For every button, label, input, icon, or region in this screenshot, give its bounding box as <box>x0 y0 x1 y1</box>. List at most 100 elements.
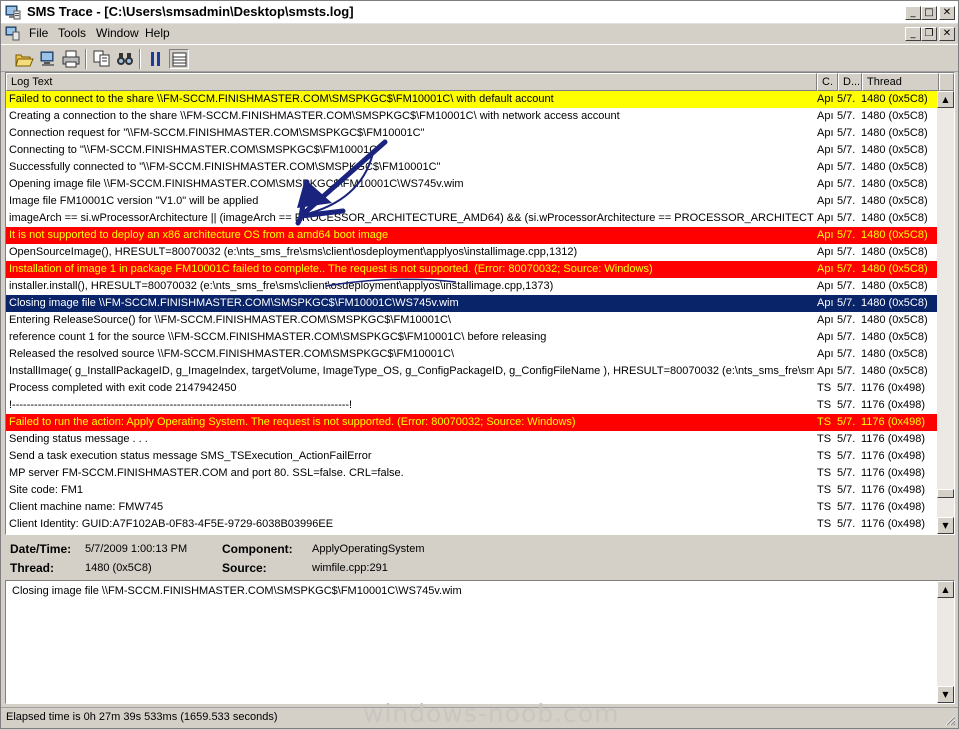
log-row-thread: 1480 (0x5C8) <box>861 314 928 326</box>
menu-window[interactable]: Window <box>96 26 139 40</box>
log-row[interactable]: Opening image file \\FM-SCCM.FINISHMASTE… <box>6 176 939 193</box>
print-icon[interactable] <box>61 49 81 69</box>
log-row-date: 5/7. <box>837 161 856 173</box>
log-row-date: 5/7. <box>837 501 856 513</box>
log-row[interactable]: Client Identity: GUID:A7F102AB-0F83-4F5E… <box>6 516 939 533</box>
log-row-date: 5/7. <box>837 314 856 326</box>
document-icon[interactable] <box>5 25 21 41</box>
log-row-thread: 1176 (0x498) <box>861 382 926 394</box>
log-row[interactable]: Successfully connected to "\\FM-SCCM.FIN… <box>6 159 939 176</box>
view-icon[interactable] <box>169 49 189 69</box>
menu-tools[interactable]: Tools <box>58 26 86 40</box>
menu-help[interactable]: Help <box>145 26 170 40</box>
log-row[interactable]: Send a task execution status message SMS… <box>6 448 939 465</box>
mdi-close-button[interactable]: ✕ <box>939 27 955 41</box>
scroll-down-button[interactable]: ▼ <box>937 517 954 534</box>
minimize-button[interactable]: _ <box>905 6 921 20</box>
find-icon[interactable] <box>115 49 135 69</box>
log-scrollbar[interactable]: ▲ ▼ <box>937 91 954 534</box>
app-icon[interactable] <box>5 5 21 20</box>
log-row-date: 5/7. <box>837 280 856 292</box>
log-row-text: MP server FM-SCCM.FINISHMASTER.COM and p… <box>9 467 404 479</box>
log-row[interactable]: MP server FM-SCCM.FINISHMASTER.COM and p… <box>6 465 939 482</box>
log-row-date: 5/7. <box>837 518 856 530</box>
component-label: Component: <box>222 542 293 556</box>
thread-label: Thread: <box>10 561 55 575</box>
mdi-minimize-button[interactable]: _ <box>905 27 921 41</box>
menu-file[interactable]: File <box>29 26 48 40</box>
pause-icon[interactable] <box>146 49 166 69</box>
log-row-thread: 1480 (0x5C8) <box>861 229 928 241</box>
open-log-icon[interactable] <box>38 49 58 69</box>
log-row-text: Process completed with exit code 2147942… <box>9 382 237 394</box>
log-row-component: TS <box>817 484 832 496</box>
column-header-log-text[interactable]: Log Text <box>6 73 817 91</box>
log-row-date: 5/7. <box>837 110 856 122</box>
scroll-up-button[interactable]: ▲ <box>937 91 954 108</box>
log-row-text: OpenSourceImage(), HRESULT=80070032 (e:\… <box>9 246 578 258</box>
log-row-component: Apı <box>817 263 833 275</box>
maximize-button[interactable]: □ <box>921 6 937 20</box>
log-row[interactable]: It is not supported to deploy an x86 arc… <box>6 227 939 244</box>
log-row[interactable]: !---------------------------------------… <box>6 397 939 414</box>
log-row[interactable]: Failed to run the action: Apply Operatin… <box>6 414 939 431</box>
log-row[interactable]: Site code: FM1 TS 5/7. 1176 (0x498) <box>6 482 939 499</box>
log-row-text: Image file FM10001C version "V1.0" will … <box>9 195 259 207</box>
log-row[interactable]: Image file FM10001C version "V1.0" will … <box>6 193 939 210</box>
log-row[interactable]: Connecting to "\\FM-SCCM.FINISHMASTER.CO… <box>6 142 939 159</box>
log-row[interactable]: Sending status message . . . TS 5/7. 1176 (… <box>6 431 939 448</box>
log-row[interactable]: Connection request for "\\FM-SCCM.FINISH… <box>6 125 939 142</box>
log-row-thread: 1480 (0x5C8) <box>861 246 928 258</box>
log-row-text: Client machine name: FMW745 <box>9 501 164 513</box>
log-row[interactable]: OpenSourceImage(), HRESULT=80070032 (e:\… <box>6 244 939 261</box>
log-row[interactable]: Failed to connect to the share \\FM-SCCM… <box>6 91 939 108</box>
log-row-component: Apı <box>817 314 833 326</box>
log-row-date: 5/7. <box>837 178 856 190</box>
log-row-component: TS <box>817 450 832 462</box>
message-box[interactable]: Closing image file \\FM-SCCM.FINISHMASTE… <box>5 580 955 704</box>
log-row-text: Successfully connected to "\\FM-SCCM.FIN… <box>9 161 441 173</box>
scroll-thumb[interactable] <box>937 489 954 498</box>
copy-icon[interactable] <box>92 49 112 69</box>
log-row-component: TS <box>817 433 832 445</box>
open-icon[interactable] <box>14 49 34 69</box>
log-row[interactable]: Released the resolved source \\FM-SCCM.F… <box>6 346 939 363</box>
message-scroll-up-button[interactable]: ▲ <box>937 581 954 598</box>
log-row[interactable]: Closing image file \\FM-SCCM.FINISHMASTE… <box>6 295 939 312</box>
log-row-thread: 1176 (0x498) <box>861 518 926 530</box>
mdi-restore-button[interactable]: ❐ <box>921 27 937 41</box>
column-header-date[interactable]: D... <box>838 73 862 91</box>
title-bar[interactable]: SMS Trace - [C:\Users\smsadmin\Desktop\s… <box>1 1 958 24</box>
log-row[interactable]: Client machine name: FMW745 TS 5/7. 1176 (0… <box>6 499 939 516</box>
log-row[interactable]: Installation of image 1 in package FM100… <box>6 261 939 278</box>
log-row-text: Failed to run the action: Apply Operatin… <box>9 416 576 428</box>
column-header-component[interactable]: C. <box>817 73 838 91</box>
log-row-text: Closing image file \\FM-SCCM.FINISHMASTE… <box>9 297 459 309</box>
log-row-text: !---------------------------------------… <box>9 399 353 411</box>
log-row-thread: 1176 (0x498) <box>861 450 926 462</box>
log-row-text: Entering ReleaseSource() for \\FM-SCCM.F… <box>9 314 451 326</box>
log-row-thread: 1480 (0x5C8) <box>861 161 928 173</box>
column-header-thread[interactable]: Thread <box>862 73 939 91</box>
log-list[interactable]: Log Text C. D... Thread Failed to connec… <box>5 72 955 535</box>
log-row-component: Apı <box>817 348 833 360</box>
log-row-thread: 1480 (0x5C8) <box>861 127 928 139</box>
message-scrollbar[interactable]: ▲ ▼ <box>937 581 954 703</box>
log-row-text: Sending status message . . . <box>9 433 148 445</box>
resize-grip-icon[interactable] <box>944 714 956 726</box>
log-row[interactable]: Entering ReleaseSource() for \\FM-SCCM.F… <box>6 312 939 329</box>
close-button[interactable]: ✕ <box>939 6 955 20</box>
log-row[interactable]: Process completed with exit code 2147942… <box>6 380 939 397</box>
log-row[interactable]: InstallImage( g_InstallPackageID, g_Imag… <box>6 363 939 380</box>
log-row[interactable]: installer.install(), HRESULT=80070032 (e… <box>6 278 939 295</box>
log-row-component: TS <box>817 399 832 411</box>
watermark: windows-noob.com <box>363 699 620 728</box>
log-row[interactable]: imageArch == si.wProcessorArchitecture |… <box>6 210 939 227</box>
message-scroll-down-button[interactable]: ▼ <box>937 686 954 703</box>
log-row-text: Failed to connect to the share \\FM-SCCM… <box>9 93 554 105</box>
log-row-date: 5/7. <box>837 399 856 411</box>
log-row[interactable]: Creating a connection to the share \\FM-… <box>6 108 939 125</box>
log-row[interactable]: reference count 1 for the source \\FM-SC… <box>6 329 939 346</box>
log-row-date: 5/7. <box>837 144 856 156</box>
log-row-date: 5/7. <box>837 229 856 241</box>
